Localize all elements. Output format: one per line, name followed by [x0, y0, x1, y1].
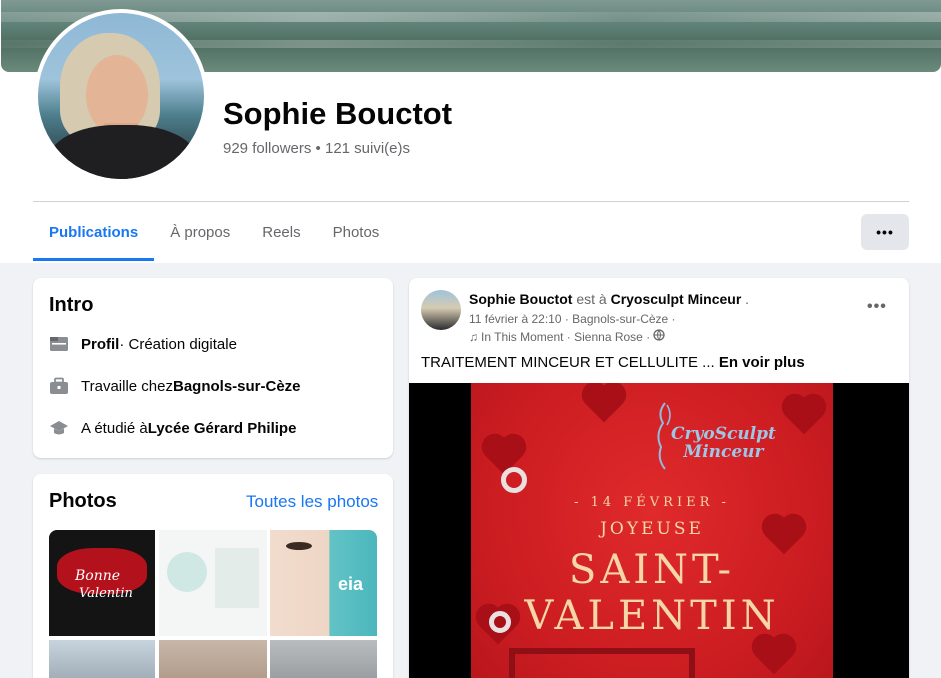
brand-logo: CryoSculpt Minceur — [671, 425, 776, 461]
see-more-link[interactable]: En voir plus — [719, 354, 805, 371]
photos-card: Photos Toutes les photos Bonne Valentin … — [33, 474, 393, 678]
profile-tabs: Publications À propos Reels Photos — [33, 203, 395, 261]
intro-row-work: Travaille chez Bagnols-sur-Cèze — [49, 376, 301, 396]
post-body: TRAITEMENT MINCEUR ET CELLULITE ... — [421, 354, 719, 371]
photo-thumbnail[interactable]: Bonne Valentin — [49, 530, 155, 636]
post-at-text: est à — [572, 291, 611, 307]
valentine-poster: CryoSculpt Minceur - 14 FÉVRIER - JOYEUS… — [471, 383, 833, 678]
photo-thumbnail[interactable] — [49, 640, 155, 678]
intro-profile-label: Profil — [81, 335, 120, 353]
music-note-icon: ♫ — [469, 329, 478, 344]
intro-education-text: A étudié à — [81, 419, 148, 437]
post-image[interactable]: CryoSculpt Minceur - 14 FÉVRIER - JOYEUS… — [409, 383, 909, 678]
briefcase-folder-icon — [49, 334, 69, 354]
poster-title-line-1: SAINT- — [568, 547, 736, 593]
profile-name: Sophie Bouctot — [223, 96, 453, 131]
post-card: Sophie Bouctot est à Cryosculpt Minceur … — [409, 278, 909, 678]
intro-education-school[interactable]: Lycée Gérard Philipe — [148, 420, 297, 437]
photo-eye — [286, 542, 312, 550]
intro-title: Intro — [49, 294, 94, 316]
brand-line-2: Minceur — [683, 442, 764, 462]
tab-reels[interactable]: Reels — [246, 203, 316, 261]
photo-logo: eia — [338, 574, 364, 594]
intro-work-text: Travaille chez — [81, 377, 173, 395]
brand-line-1: CryoSculpt — [671, 424, 776, 444]
post-author-name[interactable]: Sophie Bouctot — [469, 291, 572, 307]
tab-publications[interactable]: Publications — [33, 203, 155, 261]
post-text: TRAITEMENT MINCEUR ET CELLULITE ... En v… — [421, 354, 805, 371]
post-header: Sophie Bouctot est à Cryosculpt Minceur … — [469, 291, 749, 307]
see-all-photos-link[interactable]: Toutes les photos — [246, 492, 378, 512]
post-meta[interactable]: 11 février à 22:10 · Bagnols-sur-Cèze · — [469, 312, 676, 326]
profile-stats: 929 followers • 121 suivi(e)s — [223, 140, 410, 157]
photo-thumbnail[interactable] — [270, 640, 377, 678]
post-options-button[interactable]: ••• — [867, 298, 887, 316]
poster-date: - 14 FÉVRIER - — [574, 495, 730, 510]
intro-profile-text: · Création digitale — [119, 335, 237, 353]
more-options-button[interactable]: ••• — [861, 214, 909, 250]
work-bag-icon — [49, 376, 69, 396]
poster-title-line-2: VALENTIN — [524, 593, 780, 639]
photo-thumbnail[interactable] — [159, 640, 267, 678]
post-music-text[interactable]: In This Moment · Sienna Rose · — [481, 330, 650, 344]
photos-title: Photos — [49, 490, 117, 512]
intro-work-place[interactable]: Bagnols-sur-Cèze — [173, 378, 301, 395]
photo-shape — [167, 552, 207, 592]
photo-shape — [215, 548, 259, 608]
heart-decoration — [755, 637, 793, 675]
ribbon-decoration — [501, 467, 527, 493]
post-period: . — [741, 291, 750, 307]
globe-icon — [653, 329, 665, 344]
post-music: ♫ In This Moment · Sienna Rose · — [469, 329, 665, 344]
followers-count[interactable]: 929 followers — [223, 140, 311, 157]
poster-frame — [509, 648, 695, 678]
post-place[interactable]: Cryosculpt Minceur — [611, 291, 742, 307]
poster-greeting: JOYEUSE — [600, 519, 704, 539]
post-author-avatar[interactable] — [421, 290, 461, 330]
graduation-cap-icon — [49, 418, 69, 438]
intro-row-profile: Profil · Création digitale — [49, 334, 237, 354]
photo-text: Bonne — [75, 568, 121, 584]
photo-text: Valentin — [79, 586, 133, 601]
avatar-body — [48, 125, 198, 179]
intro-row-education: A étudié à Lycée Gérard Philipe — [49, 418, 296, 438]
tab-about[interactable]: À propos — [154, 203, 246, 261]
following-count[interactable]: 121 suivi(e)s — [325, 140, 410, 157]
stats-separator: • — [311, 140, 325, 157]
intro-card: Intro Profil · Création digitale Travail… — [33, 278, 393, 458]
header-divider — [33, 201, 909, 202]
tab-photos[interactable]: Photos — [317, 203, 396, 261]
photo-thumbnail[interactable] — [159, 530, 267, 636]
profile-avatar[interactable] — [34, 9, 208, 183]
heart-decoration — [585, 385, 623, 423]
photo-thumbnail[interactable]: eia — [270, 530, 377, 636]
heart-decoration — [785, 397, 823, 435]
